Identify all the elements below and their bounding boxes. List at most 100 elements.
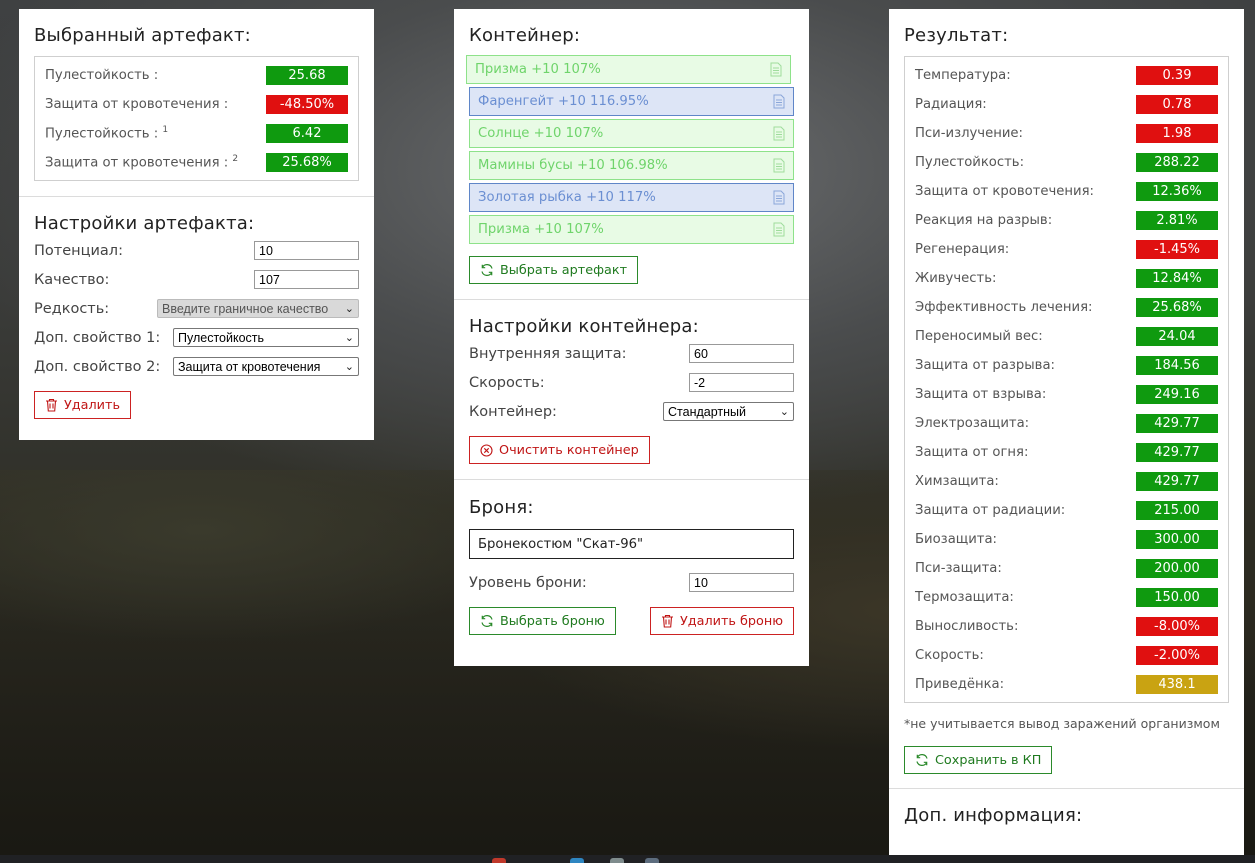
result-stat-value: 249.16 xyxy=(1136,385,1218,404)
result-stat-row: Переносимый вес: 24.04 xyxy=(915,322,1218,351)
document-icon[interactable] xyxy=(773,126,785,141)
clear-container-button[interactable]: Очистить контейнер xyxy=(469,436,650,464)
result-stat-row: Живучесть: 12.84% xyxy=(915,264,1218,293)
result-stat-row: Химзащита: 429.77 xyxy=(915,467,1218,496)
result-stat-label: Пси-защита: xyxy=(915,561,1002,576)
footnote-marker: 1 xyxy=(162,125,169,136)
document-icon[interactable] xyxy=(773,158,785,173)
extra1-select[interactable]: Пулестойкость ⌄ xyxy=(173,328,359,347)
potential-input[interactable]: 10 xyxy=(254,241,359,260)
rarity-select[interactable]: Введите граничное качество ⌄ xyxy=(157,299,359,318)
speed-label: Скорость: xyxy=(469,374,545,391)
result-stat-row: Приведёнка: 438.1 xyxy=(915,670,1218,699)
container-item[interactable]: Солнце +10 107% xyxy=(469,119,794,148)
artifact-stat-label: Пулестойкость : xyxy=(45,126,159,142)
extra1-label: Доп. свойство 1: xyxy=(34,329,161,346)
result-stat-row: Пси-защита: 200.00 xyxy=(915,554,1218,583)
container-type-select[interactable]: Стандартный ⌄ xyxy=(663,402,794,421)
artifact-stat-row: Пулестойкость : 25.68 xyxy=(45,61,348,90)
result-stat-row: Температура: 0.39 xyxy=(915,61,1218,90)
result-note: *не учитывается вывод заражений организм… xyxy=(904,716,1220,731)
extra-info-section: Доп. информация: xyxy=(889,788,1244,826)
taskbar-app-icon[interactable] xyxy=(645,858,659,863)
artifact-stat-row: Пулестойкость : 1 6.42 xyxy=(45,119,348,148)
quality-input[interactable]: 107 xyxy=(254,270,359,289)
result-stat-value: 12.84% xyxy=(1136,269,1218,288)
choose-armor-button[interactable]: Выбрать броню xyxy=(469,607,616,635)
rarity-row: Редкость: Введите граничное качество ⌄ xyxy=(34,294,359,323)
armor-name-field[interactable]: Бронекостюм "Скат-96" xyxy=(469,529,794,559)
inner-protection-label: Внутренняя защита: xyxy=(469,345,627,362)
container-panel: Контейнер: Призма +10 107% Фаренгейт +10… xyxy=(454,9,809,666)
taskbar xyxy=(0,855,1255,863)
artifact-panel: Выбранный артефакт: Пулестойкость : 25.6… xyxy=(19,9,374,440)
result-title: Результат: xyxy=(904,25,1009,46)
speed-input[interactable]: -2 xyxy=(689,373,794,392)
result-stat-value: 288.22 xyxy=(1136,153,1218,172)
artifact-stat-value: -48.50% xyxy=(266,95,348,114)
choose-artifact-button[interactable]: Выбрать артефакт xyxy=(469,256,639,284)
result-stat-value: 150.00 xyxy=(1136,588,1218,607)
result-section: Результат: Температура: 0.39 Радиация: 0.78… xyxy=(889,9,1244,788)
inner-protection-input[interactable]: 60 xyxy=(689,344,794,363)
extra1-row: Доп. свойство 1: Пулестойкость ⌄ xyxy=(34,323,359,352)
container-item[interactable]: Призма +10 107% xyxy=(466,55,791,84)
result-stat-label: Биозащита: xyxy=(915,532,997,547)
selected-artifact-title: Выбранный артефакт: xyxy=(34,25,251,46)
container-title: Контейнер: xyxy=(469,25,581,46)
result-stat-row: Защита от радиации: 215.00 xyxy=(915,496,1218,525)
taskbar-app-icon[interactable] xyxy=(570,858,584,863)
container-item[interactable]: Призма +10 107% xyxy=(469,215,794,244)
circle-x-icon xyxy=(480,443,493,457)
extra2-select-value: Защита от кровотечения xyxy=(178,359,321,374)
document-icon[interactable] xyxy=(773,222,785,237)
extra2-select[interactable]: Защита от кровотечения ⌄ xyxy=(173,357,359,376)
result-stat-label: Эффективность лечения: xyxy=(915,300,1093,315)
result-stat-label: Электрозащита: xyxy=(915,416,1030,431)
trash-icon xyxy=(661,614,673,628)
container-item-label: Мамины бусы +10 106.98% xyxy=(478,158,668,173)
result-stat-label: Реакция на разрыв: xyxy=(915,213,1053,228)
result-stat-row: Реакция на разрыв: 2.81% xyxy=(915,206,1218,235)
taskbar-app-icon[interactable] xyxy=(610,858,624,863)
artifact-stat-label: Защита от кровотечения : xyxy=(45,155,229,171)
result-stat-value: 12.36% xyxy=(1136,182,1218,201)
result-stat-label: Защита от взрыва: xyxy=(915,387,1047,402)
container-type-label: Контейнер: xyxy=(469,403,557,420)
chevron-down-icon: ⌄ xyxy=(779,406,789,418)
save-kp-button[interactable]: Сохранить в КП xyxy=(904,746,1053,774)
refresh-icon xyxy=(481,615,493,627)
result-stat-row: Пси-излучение: 1.98 xyxy=(915,119,1218,148)
armor-level-label: Уровень брони: xyxy=(469,574,587,591)
result-stats-box: Температура: 0.39 Радиация: 0.78 Пси-излучен… xyxy=(904,56,1229,703)
artifact-stat-value: 6.42 xyxy=(266,124,348,143)
chevron-down-icon: ⌄ xyxy=(344,332,354,344)
result-stat-value: 429.77 xyxy=(1136,414,1218,433)
quality-row: Качество: 107 xyxy=(34,265,359,294)
result-stat-value: -2.00% xyxy=(1136,646,1218,665)
result-stat-label: Переносимый вес: xyxy=(915,329,1043,344)
container-item[interactable]: Золотая рыбка +10 117% xyxy=(469,183,794,212)
artifact-settings-title: Настройки артефакта: xyxy=(34,213,255,234)
artifact-stat-label: Защита от кровотечения : xyxy=(45,97,229,112)
document-icon[interactable] xyxy=(773,190,785,205)
extra2-label: Доп. свойство 2: xyxy=(34,358,161,375)
taskbar-app-icon[interactable] xyxy=(492,858,506,863)
container-item[interactable]: Фаренгейт +10 116.95% xyxy=(469,87,794,116)
rarity-select-value: Введите граничное качество xyxy=(162,301,329,316)
result-stat-row: Скорость: -2.00% xyxy=(915,641,1218,670)
document-icon[interactable] xyxy=(773,94,785,109)
armor-level-input[interactable]: 10 xyxy=(689,573,794,592)
quality-label: Качество: xyxy=(34,271,110,288)
delete-armor-button[interactable]: Удалить броню xyxy=(649,607,794,635)
artifact-stat-value: 25.68% xyxy=(266,153,348,172)
container-item[interactable]: Мамины бусы +10 106.98% xyxy=(469,151,794,180)
container-item-label: Призма +10 107% xyxy=(478,222,604,237)
result-stat-row: Выносливость: -8.00% xyxy=(915,612,1218,641)
document-icon[interactable] xyxy=(770,62,782,77)
container-settings-title: Настройки контейнера: xyxy=(469,316,699,337)
result-stat-row: Электрозащита: 429.77 xyxy=(915,409,1218,438)
container-section: Контейнер: Призма +10 107% Фаренгейт +10… xyxy=(454,9,809,299)
container-item-label: Фаренгейт +10 116.95% xyxy=(478,94,649,109)
delete-artifact-button[interactable]: Удалить xyxy=(34,391,131,419)
